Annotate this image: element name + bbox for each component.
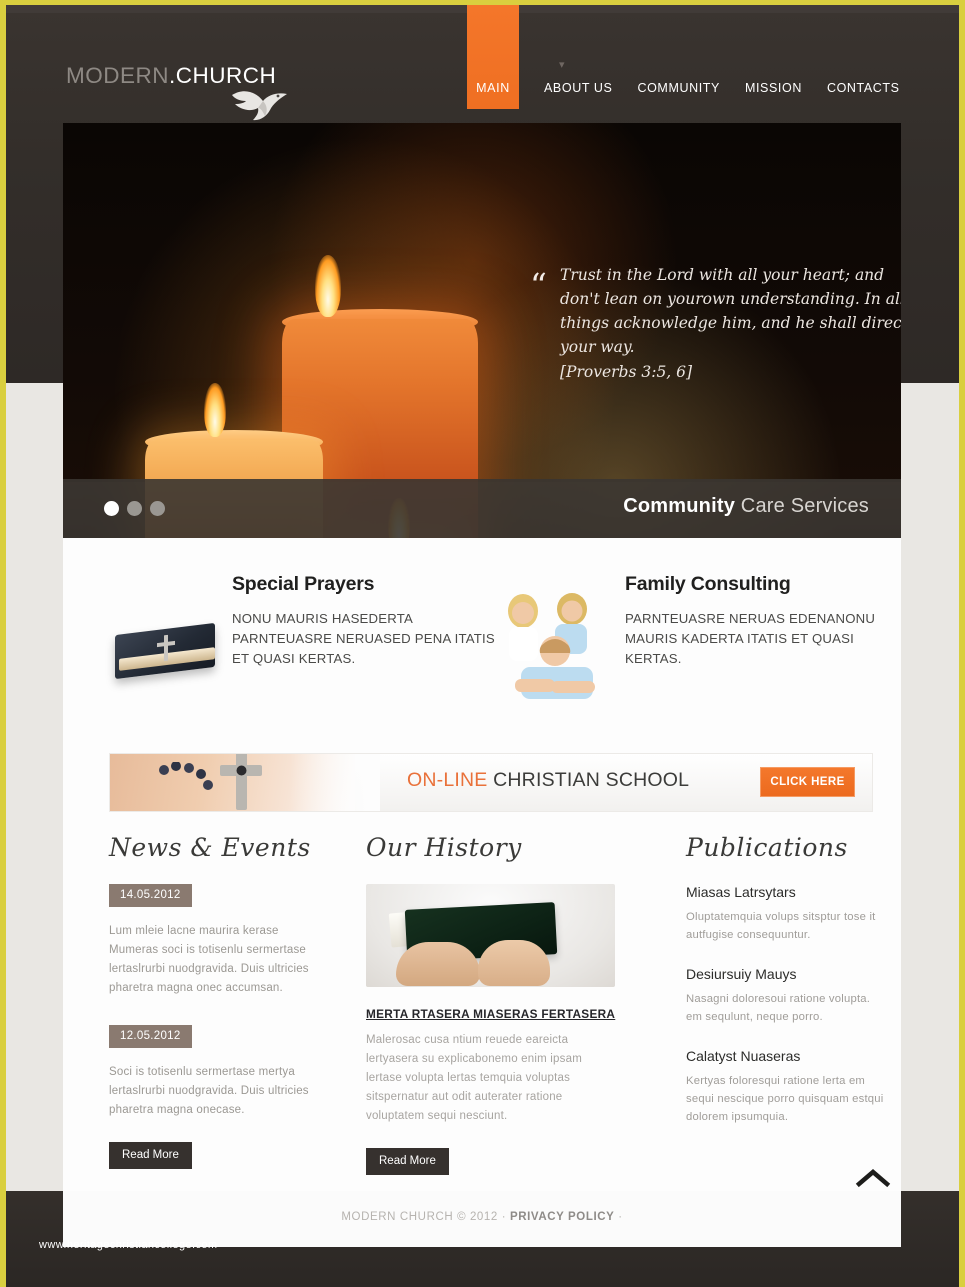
nav-item-about-us[interactable]: ABOUT US xyxy=(544,81,612,109)
service-title: Family Consulting xyxy=(625,573,791,595)
history-hand-right xyxy=(478,940,550,986)
hero-quote-reference: [Proverbs 3:5, 6] xyxy=(560,363,693,381)
content-sheet: Special Prayers NONU MAURIS HASEDERTA PA… xyxy=(63,538,901,1191)
content-columns: News & Events 14.05.2012 Lum mleie lacne… xyxy=(63,833,901,1188)
publication-item[interactable]: Desiursuiy Mauys Nasagni doloresoui rati… xyxy=(686,966,886,1026)
slider-dot-3[interactable] xyxy=(150,501,165,516)
service-family-consulting: Family Consulting PARNTEUASRE NERUAS EDE… xyxy=(493,573,893,699)
family-graphic xyxy=(508,593,595,699)
nav-item-mission[interactable]: MISSION xyxy=(745,81,802,109)
watermark-url: www.heritagechristiancollege.com xyxy=(39,1239,218,1251)
service-body: PARNTEUASRE NERUAS EDENANONU MAURIS KADE… xyxy=(625,611,876,667)
service-title: Special Prayers xyxy=(232,573,375,595)
main-navigation[interactable]: MAIN ABOUT US COMMUNITY MISSION CONTACTS… xyxy=(467,5,900,109)
service-text-block: Special Prayers NONU MAURIS HASEDERTA PA… xyxy=(232,573,499,669)
footer-copyright-text: MODERN CHURCH © 2012 · xyxy=(341,1211,510,1223)
publication-title[interactable]: Calatyst Nuaseras xyxy=(686,1048,886,1064)
news-date-badge: 12.05.2012 xyxy=(109,1025,192,1048)
banner-title: ON-LINE CHRISTIAN SCHOOL xyxy=(407,769,689,792)
site-logo[interactable]: MODERN.CHURCH xyxy=(66,63,287,121)
news-item: 12.05.2012 Soci is totisenlu sermertase … xyxy=(109,1025,324,1120)
banner-title-dark: CHRISTIAN SCHOOL xyxy=(487,769,690,791)
our-history-column: Our History MERTA RTASERA MIASERAS FERTA… xyxy=(366,833,621,1175)
slider-caption-bold: Community xyxy=(623,495,736,517)
candle-flame-medium xyxy=(204,383,226,437)
publications-heading: Publications xyxy=(686,833,848,862)
news-events-heading: News & Events xyxy=(109,833,311,862)
history-article-title: MERTA RTASERA MIASERAS FERTASERA xyxy=(366,1007,616,1021)
nav-link-main[interactable]: MAIN xyxy=(467,81,519,95)
slider-dot-2[interactable] xyxy=(127,501,142,516)
slider-caption-bar: Community Care Services xyxy=(63,479,901,538)
publication-title[interactable]: Miasas Latrsytars xyxy=(686,884,886,900)
slider-caption-title: Community Care Services xyxy=(623,495,869,518)
logo-dot: . xyxy=(169,63,176,88)
book-graphic xyxy=(115,622,219,680)
logo-modern: MODERN xyxy=(66,63,169,88)
publications-column: Publications Miasas Latrsytars Oluptatem… xyxy=(686,833,886,1148)
candle-flame-large xyxy=(315,255,341,317)
publication-text: Oluptatemquia volups sitsptur tose it au… xyxy=(686,911,876,941)
online-school-banner[interactable]: ON-LINE CHRISTIAN SCHOOL CLICK HERE xyxy=(109,753,873,812)
slider-caption-normal: Care Services xyxy=(735,495,869,517)
publication-title[interactable]: Desiursuiy Mauys xyxy=(686,966,886,982)
news-text: Soci is totisenlu sermertase mertya lert… xyxy=(109,1066,309,1116)
nav-item-main[interactable]: MAIN xyxy=(467,81,519,109)
history-hand-left xyxy=(396,942,480,986)
service-special-prayers: Special Prayers NONU MAURIS HASEDERTA PA… xyxy=(109,573,499,682)
news-read-more-button[interactable]: Read More xyxy=(109,1142,192,1169)
privacy-policy-link[interactable]: PRIVACY POLICY xyxy=(510,1211,614,1223)
hero-quote-text: Trust in the Lord with all your heart; a… xyxy=(560,263,901,384)
cross-icon xyxy=(220,754,262,810)
hands-holding-prayer-book-image xyxy=(366,884,615,987)
publication-item[interactable]: Calatyst Nuaseras Kertyas foloresqui rat… xyxy=(686,1048,886,1126)
quote-open-icon: “ xyxy=(530,266,547,305)
page-frame-left xyxy=(0,0,6,1287)
page-frame-top xyxy=(0,0,965,5)
nav-link-community[interactable]: COMMUNITY xyxy=(637,81,719,95)
news-date-badge: 14.05.2012 xyxy=(109,884,192,907)
page-frame-right xyxy=(959,0,965,1287)
banner-photo-fade xyxy=(290,754,380,811)
nav-item-community[interactable]: COMMUNITY xyxy=(637,81,719,109)
cross-icon xyxy=(157,634,175,662)
services-section: Special Prayers NONU MAURIS HASEDERTA PA… xyxy=(63,573,901,723)
publication-text: Nasagni doloresoui ratione volupta. em s… xyxy=(686,993,871,1023)
nav-item-contacts[interactable]: CONTACTS xyxy=(827,81,900,109)
page-root: MODERN.CHURCH MAIN ABOUT US COMMUNITY MI… xyxy=(6,5,959,1287)
history-article-text: Malerosac cusa ntium reuede eareicta ler… xyxy=(366,1034,582,1122)
nav-link-contacts[interactable]: CONTACTS xyxy=(827,81,900,95)
nav-link-about-us[interactable]: ABOUT US xyxy=(544,81,612,95)
service-body: NONU MAURIS HASEDERTA PARNTEUASRE NERUAS… xyxy=(232,611,495,667)
slider-dot-1[interactable] xyxy=(104,501,119,516)
news-events-column: News & Events 14.05.2012 Lum mleie lacne… xyxy=(109,833,324,1169)
hero-quote-body: Trust in the Lord with all your heart; a… xyxy=(560,266,901,356)
history-read-more-button[interactable]: Read More xyxy=(366,1148,449,1175)
news-item: 14.05.2012 Lum mleie lacne maurira keras… xyxy=(109,884,324,998)
publication-item[interactable]: Miasas Latrsytars Oluptatemquia volups s… xyxy=(686,884,886,944)
banner-title-orange: ON-LINE xyxy=(407,769,488,791)
news-text: Lum mleie lacne maurira kerase Mumeras s… xyxy=(109,925,309,994)
footer-trailing-text: · xyxy=(614,1211,623,1223)
publication-text: Kertyas foloresqui ratione lerta em sequ… xyxy=(686,1075,884,1123)
rosary-beads xyxy=(159,762,213,790)
click-here-button[interactable]: CLICK HERE xyxy=(760,767,855,797)
footer-copyright: MODERN CHURCH © 2012 · PRIVACY POLICY · xyxy=(63,1211,901,1223)
hero-slider[interactable]: “ Trust in the Lord with all your heart;… xyxy=(63,123,901,538)
chevron-down-icon: ▾ xyxy=(559,59,565,71)
service-text-block: Family Consulting PARNTEUASRE NERUAS EDE… xyxy=(625,573,893,669)
nav-link-mission[interactable]: MISSION xyxy=(745,81,802,95)
chevron-up-icon[interactable] xyxy=(853,1163,893,1193)
slider-pagination[interactable] xyxy=(104,501,165,516)
our-history-heading: Our History xyxy=(366,833,522,862)
